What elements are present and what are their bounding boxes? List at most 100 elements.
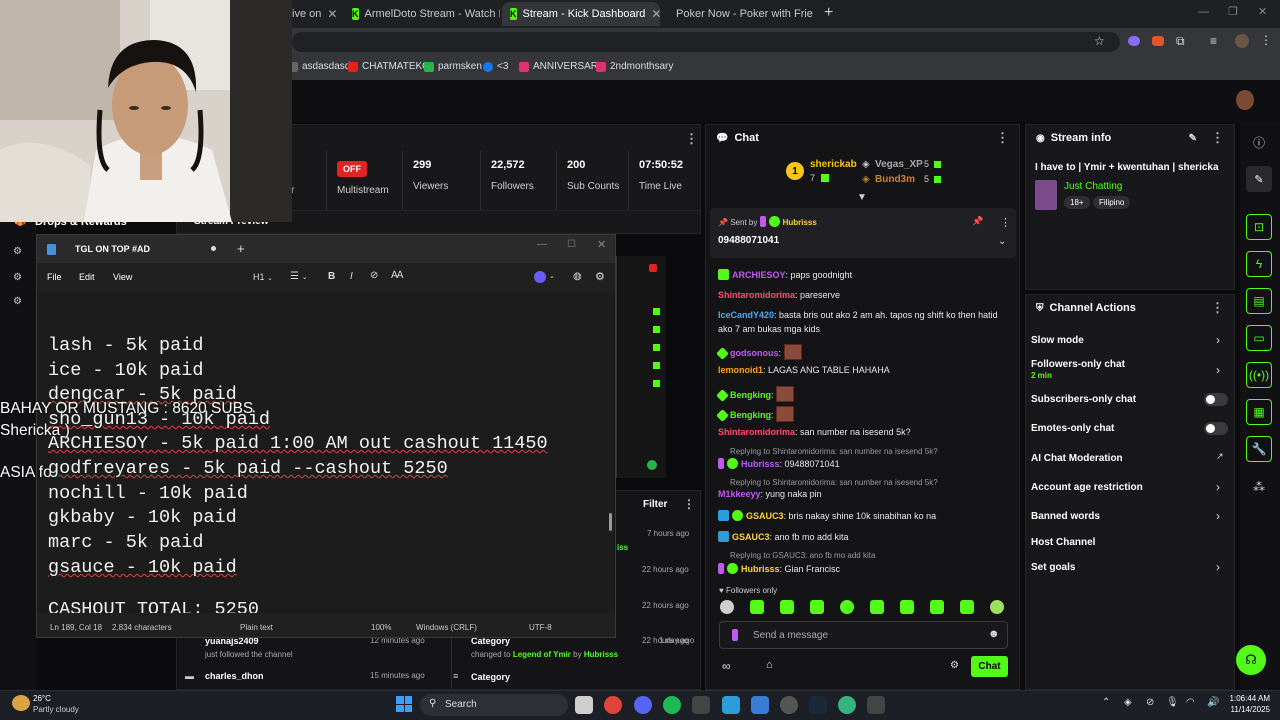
filter-button[interactable]: Filter	[643, 499, 667, 510]
stream-preview-video[interactable]	[616, 256, 666, 478]
bookmark-item[interactable]: parmsken	[424, 61, 482, 72]
emote-icon[interactable]	[780, 600, 794, 614]
action-banned-words[interactable]: Banned words	[1031, 511, 1100, 522]
browser-tab[interactable]: Poker Now - Poker with Frie ✕	[662, 2, 818, 26]
windows-start-icon[interactable]	[396, 696, 412, 712]
scrollbar-thumb[interactable]	[609, 513, 612, 531]
bookmark-item[interactable]: <3	[483, 61, 508, 72]
url-field[interactable]	[292, 32, 1120, 52]
tray-chevron-icon[interactable]: ⌃	[1102, 697, 1110, 708]
support-headset-icon[interactable]: ☊	[1236, 645, 1266, 675]
unsaved-dot-icon[interactable]	[211, 246, 216, 251]
chrome-icon[interactable]	[604, 696, 622, 714]
notepad-text-area[interactable]: lash - 5k paid ice - 10k paid dengcar - …	[37, 293, 615, 613]
wrench-icon[interactable]: 🔧	[1246, 436, 1272, 462]
bookmark-item[interactable]: CHATMATEKO	[348, 61, 430, 72]
emote-icon[interactable]	[720, 600, 734, 614]
steam-icon[interactable]	[809, 696, 827, 714]
panel-menu-icon[interactable]: ⋮	[685, 131, 698, 147]
reply-context[interactable]: Replying to Shintaromidorima: san number…	[730, 447, 938, 456]
maximize-icon[interactable]: ☐	[567, 239, 576, 250]
sidebar-icon[interactable]: ⚙	[13, 246, 22, 257]
unpin-icon[interactable]: 📌	[972, 216, 983, 227]
list-icon[interactable]: ☰ ⌄	[290, 271, 308, 282]
action-emotes-only[interactable]: Emotes-only chat	[1031, 423, 1114, 434]
info-icon[interactable]: ⓘ	[1253, 134, 1265, 151]
chat-send-button[interactable]: Chat	[971, 656, 1008, 677]
extension-icon[interactable]	[1128, 36, 1140, 46]
external-link-icon[interactable]: ↗	[1216, 451, 1224, 462]
extension-icon[interactable]	[1152, 36, 1164, 46]
tag-pill[interactable]: Filipino	[1093, 196, 1131, 209]
app-icon[interactable]	[838, 696, 856, 714]
emote-icon[interactable]	[810, 600, 824, 614]
chat-input-box[interactable]: Send a message ☻	[719, 621, 1008, 649]
multistream-off-badge[interactable]: OFF	[337, 161, 367, 177]
app-icon[interactable]	[867, 696, 885, 714]
tray-icon[interactable]: ◈	[1124, 697, 1132, 708]
browser-tab[interactable]: ive on ✕	[284, 2, 344, 26]
emote-icon[interactable]	[990, 600, 1004, 614]
subscribers-only-toggle[interactable]	[1204, 393, 1228, 406]
browser-tab-active[interactable]: K Stream - Kick Dashboard ✕	[502, 2, 660, 26]
bold-icon[interactable]: B	[328, 271, 335, 282]
emote-icon[interactable]	[840, 600, 854, 614]
leaderboard-name[interactable]: Bund3m	[875, 174, 915, 185]
emote-icon[interactable]	[960, 600, 974, 614]
chevron-right-icon[interactable]: ›	[1216, 333, 1220, 347]
emote-icon[interactable]	[870, 600, 884, 614]
broadcast-icon[interactable]: ((•))	[1246, 362, 1272, 388]
chevron-right-icon[interactable]: ›	[1216, 560, 1220, 574]
taskbar-date[interactable]: 11/14/2025	[1226, 705, 1270, 714]
account-icon[interactable]: ◍	[573, 271, 582, 282]
reply-context[interactable]: Replying to GSAUC3: ano fb mo add kita	[730, 551, 875, 560]
tray-icon[interactable]: ⊘	[1146, 697, 1154, 708]
clear-formatting-icon[interactable]: Ꜳ	[391, 270, 404, 281]
maximize-icon[interactable]: ❐	[1228, 5, 1238, 18]
emote-icon[interactable]	[900, 600, 914, 614]
italic-icon[interactable]: I	[350, 271, 353, 282]
multistream-stat[interactable]: OFF Multistream	[326, 151, 402, 211]
chat-menu-icon[interactable]: ⋮	[996, 130, 1009, 146]
close-tab-icon[interactable]: ✕	[651, 7, 660, 21]
action-subscribers-only[interactable]: Subscribers-only chat	[1031, 394, 1136, 405]
expand-pinned-icon[interactable]: ⌄	[998, 236, 1006, 247]
camera-icon[interactable]: ⊡	[1246, 214, 1272, 240]
new-tab-icon[interactable]: +	[237, 241, 245, 256]
notepad-tab-title[interactable]: TGL ON TOP #AD	[75, 244, 150, 254]
settings-icon[interactable]: ⚙	[595, 270, 605, 283]
profile-avatar[interactable]	[1235, 34, 1249, 48]
minimize-icon[interactable]: —	[1198, 6, 1209, 18]
obs-icon[interactable]	[780, 696, 798, 714]
emoji-icon[interactable]: ☻	[988, 628, 1000, 640]
feed-menu-icon[interactable]: ⋮	[683, 497, 695, 511]
leaderboard-name[interactable]: Vegas_XP	[875, 159, 923, 170]
taskbar-search[interactable]: ⚲ Search	[420, 694, 568, 716]
browser-menu-icon[interactable]: ⋮	[1260, 33, 1272, 47]
close-icon[interactable]: ✕	[597, 238, 606, 251]
reading-list-icon[interactable]: ≡	[1210, 34, 1217, 48]
pinned-message[interactable]: 📌 Sent by Hubrisss 09488071041 📌 ⋮ ⌄	[710, 208, 1016, 258]
lightning-icon[interactable]: ϟ	[1246, 251, 1272, 277]
infinity-icon[interactable]: ∞	[722, 659, 731, 673]
menu-view[interactable]: View	[113, 272, 132, 282]
apps-icon[interactable]: ⁂	[1253, 480, 1265, 494]
expand-leaderboard-icon[interactable]: ▼	[857, 192, 867, 203]
chevron-right-icon[interactable]: ›	[1216, 363, 1220, 377]
settings-icon[interactable]: ⚙	[13, 296, 22, 307]
extensions-puzzle-icon[interactable]: ⧉	[1176, 34, 1185, 49]
minimize-icon[interactable]: —	[537, 239, 547, 250]
volume-icon[interactable]: 🔊	[1207, 697, 1219, 708]
heading-select[interactable]: H1 ⌄	[253, 272, 273, 282]
edit-icon[interactable]: ✎	[1246, 166, 1272, 192]
close-window-icon[interactable]: ✕	[1258, 5, 1267, 18]
stream-info-menu-icon[interactable]: ⋮	[1211, 130, 1224, 146]
bookmark-item[interactable]: 2ndmonthsary	[596, 61, 673, 72]
chat-bubble-icon[interactable]: ▭	[1246, 325, 1272, 351]
sidebar-icon[interactable]: ⚙	[13, 272, 22, 283]
weather-icon[interactable]	[12, 695, 30, 711]
channel-actions-menu-icon[interactable]: ⋮	[1211, 300, 1224, 316]
weather-temp[interactable]: 26°C	[33, 694, 51, 703]
action-set-goals[interactable]: Set goals	[1031, 562, 1075, 573]
app-icon[interactable]	[722, 696, 740, 714]
